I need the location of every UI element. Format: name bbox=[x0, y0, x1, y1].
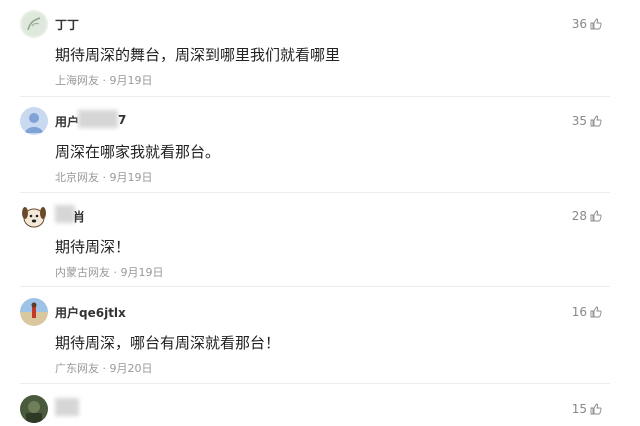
comment-username[interactable]: 用户qe6jtlx bbox=[55, 304, 126, 321]
username-redaction bbox=[78, 110, 118, 128]
meta-separator: · bbox=[102, 74, 107, 87]
divider bbox=[20, 192, 610, 193]
comment-list: 丁丁 36 期待周深的舞台，周深到哪里我们就看哪里 上海网友 · 9月19日 用… bbox=[0, 0, 640, 426]
comment-location: 北京网友 bbox=[55, 171, 99, 184]
like-count: 15 bbox=[571, 402, 587, 416]
comment-text: 期待周深，哪台有周深就看那台！ bbox=[55, 334, 281, 352]
comment-location: 广东网友 bbox=[55, 362, 99, 375]
divider bbox=[20, 96, 610, 97]
comment-username[interactable]: 用户 bbox=[55, 113, 79, 130]
comment-text: 期待周深！ bbox=[55, 238, 131, 256]
comment-date: 9月19日 bbox=[109, 171, 153, 184]
username-redaction bbox=[55, 398, 79, 416]
comment-text: 周深在哪家我就看那台。 bbox=[55, 143, 221, 161]
like-button[interactable]: 16 bbox=[572, 305, 602, 319]
default-person-avatar-icon[interactable] bbox=[20, 107, 48, 135]
comment-meta: 广东网友 · 9月20日 bbox=[55, 360, 153, 376]
divider bbox=[20, 383, 610, 384]
like-count: 35 bbox=[571, 114, 587, 128]
meta-separator: · bbox=[113, 266, 118, 279]
like-button[interactable]: 35 bbox=[572, 114, 602, 128]
like-count: 16 bbox=[571, 305, 587, 319]
comment-location: 上海网友 bbox=[55, 74, 99, 87]
comment-meta: 北京网友 · 9月19日 bbox=[55, 169, 153, 185]
thumbs-up-icon bbox=[590, 115, 602, 127]
photo-avatar-icon[interactable] bbox=[20, 395, 48, 423]
meta-separator: · bbox=[102, 171, 107, 184]
username-redaction bbox=[55, 205, 75, 223]
beach-photo-avatar-icon[interactable] bbox=[20, 298, 48, 326]
like-button[interactable]: 28 bbox=[572, 209, 602, 223]
comment-username-tail[interactable]: 肖 bbox=[73, 208, 85, 225]
thumbs-up-icon bbox=[590, 210, 602, 222]
comment-username-tail: 7 bbox=[118, 113, 127, 127]
like-button[interactable]: 15 bbox=[572, 402, 602, 416]
thumbs-up-icon bbox=[590, 306, 602, 318]
comment-meta: 内蒙古网友 · 9月19日 bbox=[55, 264, 164, 280]
comment-location: 内蒙古网友 bbox=[55, 266, 110, 279]
thumbs-up-icon bbox=[590, 18, 602, 30]
comment-text: 期待周深的舞台，周深到哪里我们就看哪里 bbox=[55, 46, 341, 64]
divider bbox=[20, 286, 610, 287]
like-button[interactable]: 36 bbox=[572, 17, 602, 31]
comment-meta: 上海网友 · 9月19日 bbox=[55, 72, 153, 88]
comment-date: 9月19日 bbox=[120, 266, 164, 279]
meta-separator: · bbox=[102, 362, 107, 375]
like-count: 36 bbox=[571, 17, 587, 31]
comment-date: 9月20日 bbox=[109, 362, 153, 375]
plant-avatar-icon[interactable] bbox=[20, 10, 48, 38]
comment-username[interactable]: 丁丁 bbox=[55, 16, 79, 33]
comment-date: 9月19日 bbox=[109, 74, 153, 87]
cartoon-dog-avatar-icon[interactable] bbox=[20, 202, 48, 230]
thumbs-up-icon bbox=[590, 403, 602, 415]
like-count: 28 bbox=[571, 209, 587, 223]
